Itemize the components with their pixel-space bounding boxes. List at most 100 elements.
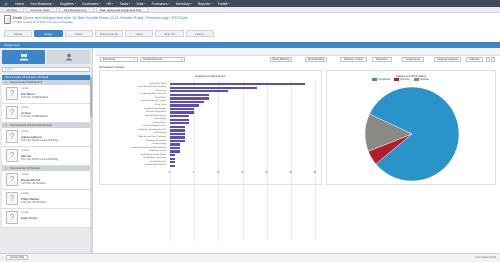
y-tick-label: Build Accessories <box>149 150 166 153</box>
section-tab-sign-off[interactable]: Sign Off <box>155 30 184 37</box>
chevron-down-icon: ▾ <box>228 3 230 5</box>
users-icon <box>19 53 28 61</box>
toolbar-button-distance-travel[interactable]: Distance / Travel <box>340 57 367 62</box>
close-icon[interactable]: × <box>19 8 20 11</box>
y-tick-label: Install Heating <box>152 143 166 146</box>
staff-hours: 0.75 mbs. NUSB Bedford <box>21 95 48 99</box>
toolbar-button-assignments[interactable]: Assignments <box>402 57 424 62</box>
section-tab-documents-0-[interactable]: Documents (0) <box>94 30 124 37</box>
appointments-select[interactable]: All Appointments ▼ <box>140 57 185 62</box>
filter-select[interactable]: Everything ▼ <box>100 57 138 62</box>
bar <box>170 107 195 111</box>
previous-button[interactable]: ‹ <box>486 56 490 62</box>
avatar: ? <box>6 87 18 100</box>
close-icon[interactable]: × <box>143 8 144 11</box>
svg-text:?: ? <box>10 213 15 222</box>
sidebar-mode-buttons <box>2 50 90 64</box>
assignment-bar-label: Assignment <box>4 43 20 47</box>
nav-item-inventory[interactable]: Inventory ▾ <box>176 2 192 6</box>
toolbar-button-route-planning[interactable]: Route Planning <box>270 57 292 62</box>
list-item[interactable]: ? Installer Phillip Webster 1.25 mbs. JR Pl… <box>2 190 90 209</box>
toolbar-button-diversions[interactable]: Diversions <box>372 57 392 62</box>
list-item[interactable]: ? Installer Adama Jefferson 0.75 mbs. Plumb… <box>2 128 90 147</box>
section-tab-notes[interactable]: Notes <box>64 30 93 37</box>
user-group-icon <box>65 53 72 61</box>
nav-item-your-business[interactable]: Your Business ▾ <box>30 2 54 6</box>
tab-0[interactable]: All Tasks × <box>2 7 25 12</box>
user-placeholder-icon: ? <box>10 151 15 160</box>
top-navigation-bar: Home Your Business ▾ Suppliers ▾ Customers ▾ HR… <box>0 0 500 7</box>
tab-1[interactable]: Schedule Tasks × <box>26 7 58 12</box>
x-tick-label: 30 <box>313 172 317 175</box>
next-button[interactable]: › <box>491 56 495 62</box>
job-subtitle: T7-SEP Created 19.02.2019 4:31 General T… <box>13 21 73 24</box>
user-placeholder-icon: ? <box>10 194 15 203</box>
job-address[interactable]: 15 Bell Hundle Road, 2/13 Hundle Road, P… <box>72 15 187 20</box>
last-updated-label: Last Updated 11:25 <box>475 256 496 259</box>
close-icon[interactable]: × <box>88 8 89 11</box>
tab-3[interactable]: Task: Quote and Assignment Test × <box>95 7 149 12</box>
nav-item-label: Your Business <box>30 1 52 6</box>
work-hours-chart: Assignment Work Hours 0 5 10 15 20 25 30 Instal… <box>99 70 322 241</box>
teams-view-button[interactable] <box>47 50 90 64</box>
gridline <box>290 80 292 241</box>
svg-text:?: ? <box>10 194 15 203</box>
section-tab-assign[interactable]: Assign <box>34 30 63 37</box>
nav-item-label: HR <box>106 1 112 6</box>
staff-hours: 1.25 mbs. JR Plumbers <box>21 181 46 185</box>
toolbar-button-calendar[interactable]: Calendar <box>466 57 483 62</box>
toolbar-button-assigned-contacts[interactable]: Assigned Contacts <box>434 57 461 62</box>
staff-role: Installer <box>21 211 30 214</box>
job-template-link[interactable]: General Template <box>52 21 72 24</box>
document-icon <box>4 15 11 24</box>
x-tick-label: 0 <box>168 172 170 175</box>
list-item[interactable]: ? Installer Rob Barton 0.75 mbs. NUSB Bedfo… <box>2 85 90 104</box>
staff-hours: 0.75 mbs. Plumb Central Plumbing <box>21 138 58 142</box>
group-header-label: Recommended: Plumb Central Plumbing <box>10 124 52 127</box>
section-tab-history[interactable]: History <box>185 30 214 37</box>
filter-select-value: Everything <box>103 58 116 61</box>
svg-text:?: ? <box>10 108 15 117</box>
users-view-button[interactable] <box>2 50 45 64</box>
chevron-left-icon: ‹ <box>487 58 489 60</box>
toolbar-button-route-building[interactable]: Route Building <box>305 57 327 62</box>
bar <box>170 83 306 86</box>
bar <box>170 129 185 132</box>
bar <box>170 93 209 97</box>
list-item[interactable]: ? Installer Al Team 0.75 mbs. NUSB Bedford <box>2 104 90 123</box>
list-item[interactable]: ? Installer Edwin Burton <box>2 209 90 228</box>
gridline <box>218 80 220 241</box>
sidebar-scrollbar[interactable] <box>90 75 92 253</box>
list-item[interactable]: ? Installer Zak Nay 0.75 mbs. Plumb Central… <box>2 147 90 166</box>
y-tick-label: Install Plumbing First Fix <box>142 125 166 128</box>
y-tick-label: Fill Overlays <box>154 132 166 135</box>
nav-item-reports[interactable]: Reports ▾ <box>198 2 212 6</box>
chevron-down-icon: ▾ <box>112 3 114 5</box>
nav-item-toolkit[interactable]: Toolkit ▾ <box>218 2 230 6</box>
nav-item-tasks[interactable]: Tasks ▾ <box>120 2 131 6</box>
nav-item-customers[interactable]: Customers ▾ <box>82 2 101 6</box>
bar <box>170 164 175 168</box>
section-tab-details[interactable]: Details <box>4 30 33 37</box>
bar <box>170 139 185 143</box>
nav-item-hr[interactable]: HR ▾ <box>106 2 113 6</box>
list-item[interactable]: ? Installer Brooke Mitchell 1.25 mbs. JR Pl… <box>2 171 90 190</box>
nav-item-suppliers[interactable]: Suppliers ▾ <box>60 2 76 6</box>
staff-name: Edwin Burton <box>21 215 38 220</box>
x-tick-label: 25 <box>289 172 292 175</box>
nav-item-jobs[interactable]: Jobs ▾ <box>136 2 145 6</box>
tab-2[interactable]: Task Management × <box>59 7 94 12</box>
nav-item-home[interactable]: Home <box>15 2 24 6</box>
job-title[interactable]: Quote and Assignment test <box>23 15 71 20</box>
close-icon[interactable]: × <box>52 8 53 11</box>
staff-hours: 0.75 mbs. Plumb Central Plumbing <box>21 157 58 161</box>
cancel-task-button[interactable]: Cancel Task <box>6 255 28 260</box>
sidebar-search-input[interactable]: Search... <box>2 67 90 72</box>
nav-item-purchases[interactable]: Purchases ▾ <box>152 2 170 6</box>
avatar: ? <box>6 211 18 224</box>
section-tab-notes[interactable]: Notes <box>125 30 154 37</box>
assignment-toolbar <box>96 48 500 56</box>
staff-hours: 0.75 mbs. NUSB Bedford <box>21 114 48 118</box>
svg-text:?: ? <box>10 151 15 160</box>
chevron-down-icon: ▾ <box>144 3 146 5</box>
